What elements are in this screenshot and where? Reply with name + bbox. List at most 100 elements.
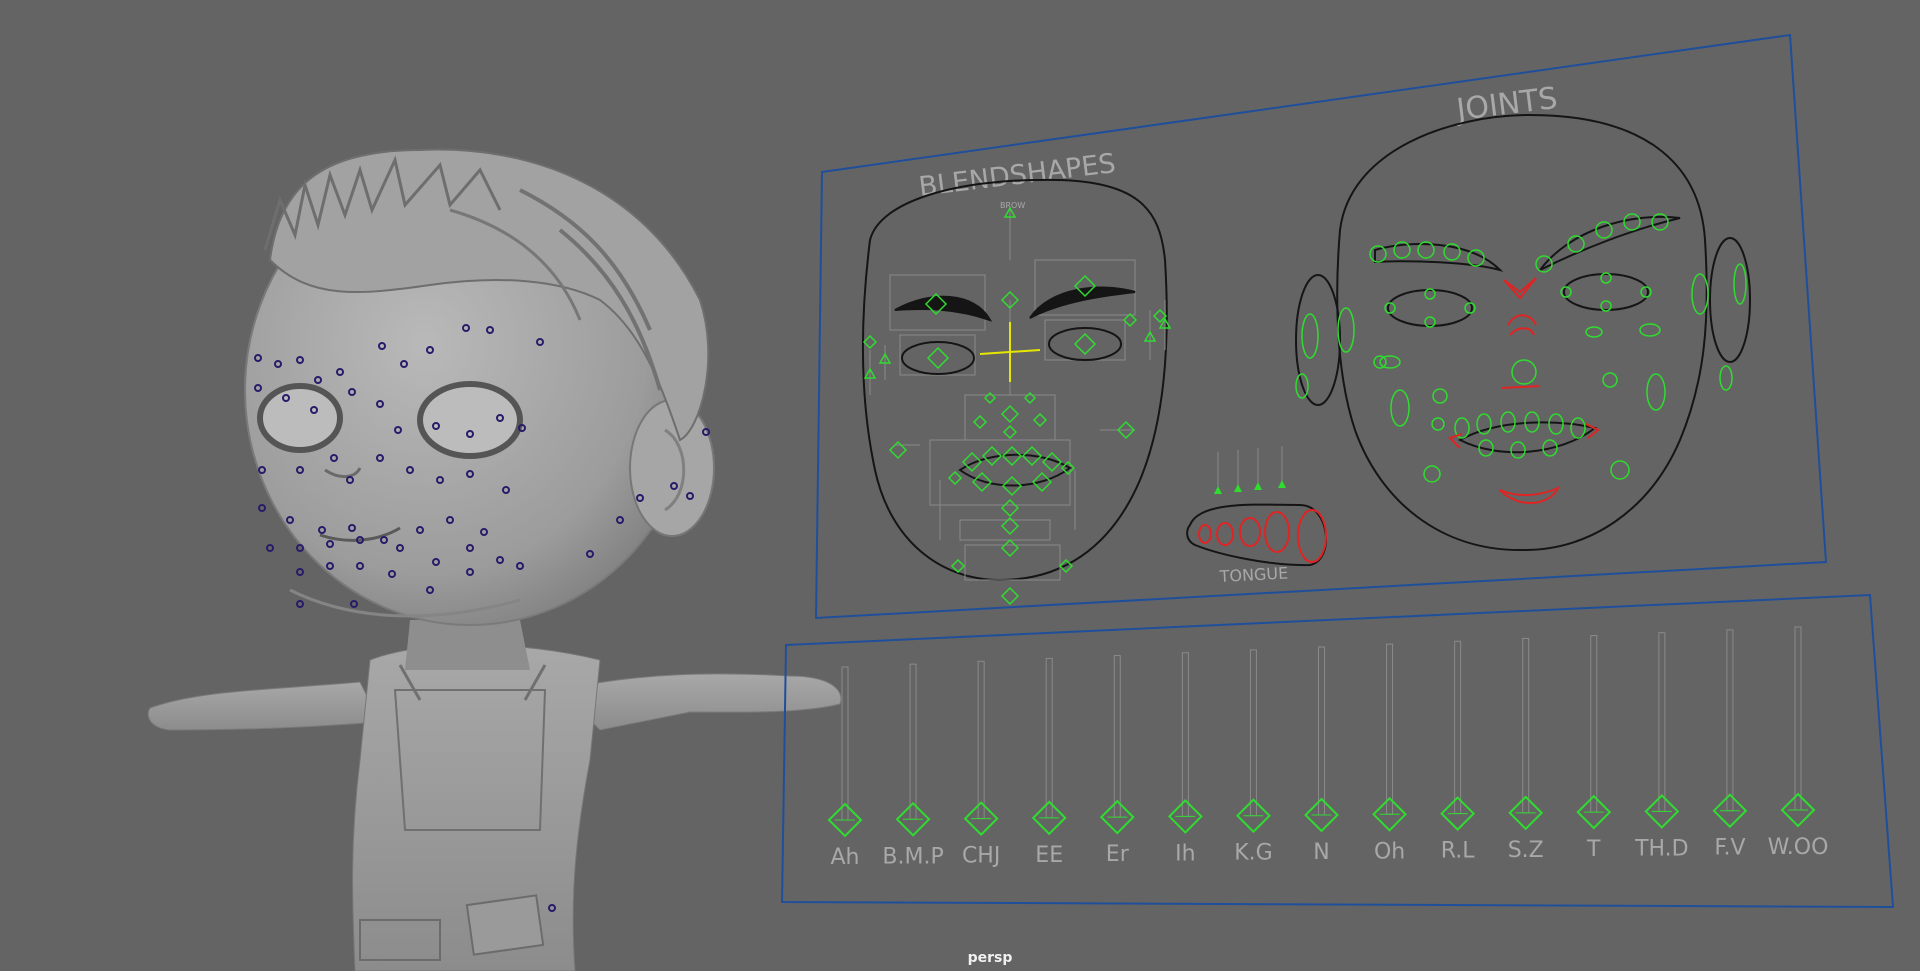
joint-control-8[interactable]	[1623, 213, 1641, 231]
slider-r-l[interactable]: R.L	[1440, 640, 1475, 864]
slider-track	[1318, 646, 1325, 816]
joint-control-21[interactable]	[1610, 460, 1630, 480]
joint-ellipse-5[interactable]	[1719, 365, 1733, 391]
joint-control-15[interactable]	[1560, 286, 1572, 298]
slider-b-m-p[interactable]: B.M.P	[882, 663, 944, 869]
blendshape-control-22[interactable]	[1000, 586, 1020, 606]
slider-th-d[interactable]: TH.D	[1634, 632, 1689, 862]
phoneme-sliders[interactable]: Ah B.M.P CHJ EE Er Ih K.G N Oh R.L S.Z T TH.D F.V W.OO	[827, 626, 1829, 870]
joint-locator-30[interactable]	[258, 504, 266, 512]
right-arm[interactable]	[559, 673, 842, 731]
slider-label: W.OO	[1768, 835, 1829, 860]
joint-locator-38[interactable]	[266, 544, 274, 552]
blendshape-control-19[interactable]	[1000, 498, 1020, 518]
viewport-scene[interactable]: BLENDSHAPES BROW TONGUE JOINTS Ah B.M.P …	[0, 0, 1920, 971]
blendshape-control-29[interactable]	[1122, 312, 1138, 328]
slider-track	[1454, 640, 1462, 815]
maya-viewport[interactable]: BLENDSHAPES BROW TONGUE JOINTS Ah B.M.P …	[0, 0, 1920, 971]
blendshape-features	[894, 286, 1136, 487]
blendshape-control-27[interactable]	[862, 334, 878, 350]
slider-f-v[interactable]: F.V	[1712, 629, 1748, 861]
joint-control-7[interactable]	[1595, 221, 1613, 239]
ear[interactable]	[629, 399, 715, 537]
tongue-arrows[interactable]	[1214, 480, 1286, 494]
slider-oh[interactable]: Oh	[1372, 643, 1407, 864]
joint-control-12[interactable]	[1464, 302, 1476, 314]
blendshapes-title: BLENDSHAPES	[917, 148, 1117, 203]
slider-er[interactable]: Er	[1099, 655, 1135, 868]
joint-ellipse-14[interactable]	[1548, 413, 1564, 435]
tongue-label: TONGUE	[1218, 563, 1288, 586]
blendshape-control-21[interactable]	[1000, 538, 1020, 558]
joint-ellipse-8[interactable]	[1379, 355, 1401, 369]
slider-label: S.Z	[1508, 838, 1544, 863]
joint-locator-60[interactable]	[350, 600, 358, 608]
joint-ellipse-0[interactable]	[1301, 313, 1319, 359]
blendshape-control-3[interactable]	[926, 346, 950, 370]
eye-right[interactable]	[417, 381, 523, 459]
joint-ellipse-9[interactable]	[1639, 323, 1661, 337]
blendshape-control-25[interactable]	[947, 470, 963, 486]
joint-control-11[interactable]	[1384, 302, 1396, 314]
joint-ellipse-20[interactable]	[1585, 326, 1603, 338]
slider-label: CHJ	[962, 844, 1000, 869]
slider-track	[1181, 652, 1189, 817]
slider-label: EE	[1035, 843, 1063, 868]
joints-face-outline[interactable]	[1336, 113, 1708, 552]
face-control-board[interactable]: BLENDSHAPES BROW TONGUE JOINTS	[814, 33, 1828, 620]
joint-control-22[interactable]	[1423, 465, 1441, 483]
slider-track	[1522, 637, 1530, 814]
joint-control-23[interactable]	[1511, 359, 1537, 385]
slider-chj[interactable]: CHJ	[962, 660, 1000, 869]
joint-locator-59[interactable]	[296, 600, 304, 608]
slider-track	[1113, 655, 1121, 818]
neck	[405, 620, 530, 670]
character-mesh[interactable]	[147, 148, 842, 971]
slider-k-g[interactable]: K.G	[1234, 649, 1273, 866]
slider-ee[interactable]: EE	[1031, 657, 1067, 868]
joints-features	[1295, 215, 1751, 454]
slider-track	[1249, 649, 1257, 817]
joint-ellipse-15[interactable]	[1570, 417, 1586, 439]
tongue-controls[interactable]	[1198, 509, 1327, 563]
slider-t[interactable]: T	[1576, 635, 1612, 863]
joint-ellipse-12[interactable]	[1500, 411, 1516, 433]
blendshape-control-4[interactable]	[1073, 332, 1097, 356]
joint-control-4[interactable]	[1467, 249, 1485, 267]
slider-label: Er	[1106, 842, 1130, 867]
blendshape-control-5[interactable]	[1000, 404, 1020, 424]
face-board-frame[interactable]	[814, 33, 1828, 620]
joint-ellipse-7[interactable]	[1646, 373, 1666, 411]
slider-label: TH.D	[1634, 836, 1689, 861]
slider-label: Ah	[831, 845, 860, 870]
eye-left[interactable]	[257, 383, 343, 453]
joint-locator-39[interactable]	[296, 544, 304, 552]
phoneme-board[interactable]: Ah B.M.P CHJ EE Er Ih K.G N Oh R.L S.Z T TH.D F.V W.OO	[780, 593, 1895, 909]
blendshape-control-6[interactable]	[1002, 424, 1018, 440]
slider-label: R.L	[1441, 839, 1475, 864]
joint-control-19[interactable]	[1602, 372, 1618, 388]
slider-w-oo[interactable]: W.OO	[1768, 626, 1829, 860]
slider-label: Oh	[1374, 839, 1405, 864]
joint-ellipse-6[interactable]	[1390, 389, 1410, 427]
left-arm[interactable]	[147, 681, 381, 731]
slider-n[interactable]: N	[1304, 646, 1339, 865]
slider-track	[1726, 629, 1734, 812]
joint-ellipse-2[interactable]	[1691, 273, 1709, 315]
joint-locator-46[interactable]	[296, 568, 304, 576]
joint-control-18[interactable]	[1432, 388, 1448, 404]
slider-track	[1794, 626, 1802, 811]
blendshape-control-30[interactable]	[950, 558, 966, 574]
joint-control-20[interactable]	[1431, 417, 1445, 431]
joint-control-16[interactable]	[1640, 286, 1652, 298]
joint-ellipse-17[interactable]	[1510, 441, 1526, 459]
blendshape-control-10[interactable]	[1032, 412, 1048, 428]
blendshape-control-11[interactable]	[961, 451, 983, 473]
slider-track	[1590, 635, 1598, 813]
slider-label: F.V	[1714, 836, 1745, 861]
slider-s-z[interactable]: S.Z	[1508, 637, 1544, 863]
slider-ih[interactable]: Ih	[1167, 652, 1203, 867]
joint-ellipse-3[interactable]	[1733, 263, 1747, 305]
blendshape-control-23[interactable]	[888, 440, 908, 460]
blendshape-control-9[interactable]	[972, 414, 988, 430]
